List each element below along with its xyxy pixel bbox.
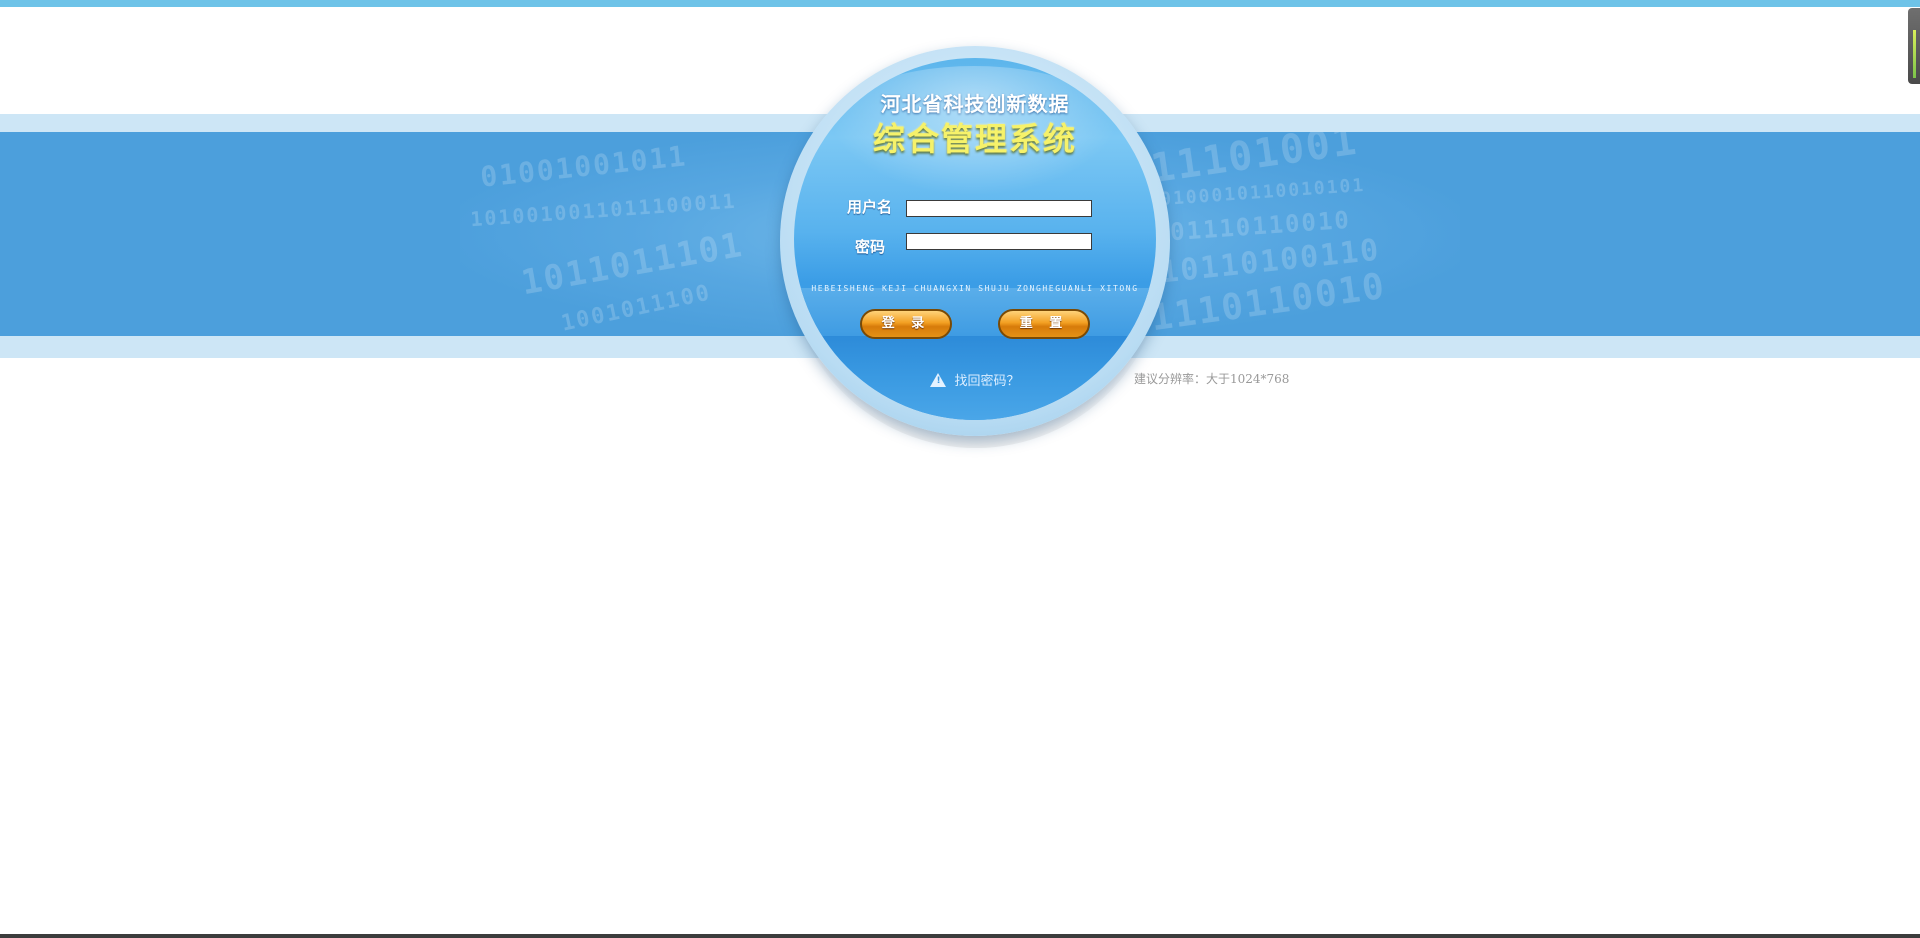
forgot-password-link[interactable]: ! 找回密码？ — [794, 370, 1156, 389]
top-accent-line — [0, 0, 1920, 7]
system-title-pinyin: HEBEISHENG KEJI CHUANGXIN SHUJU ZONGHEGU… — [811, 284, 1139, 293]
username-input[interactable] — [906, 200, 1092, 217]
login-panel: 河北省科技创新数据 综合管理系统 用户名 密码 HEBEISHENG KEJI … — [794, 58, 1156, 420]
login-button[interactable]: 登 录 — [860, 309, 952, 339]
system-title-line2: 综合管理系统 — [872, 120, 1077, 158]
username-label: 用户名 — [847, 198, 893, 216]
orb-button-band — [794, 288, 1156, 336]
password-input[interactable] — [906, 233, 1092, 250]
forgot-password-text: 找回密码？ — [954, 374, 1020, 389]
side-widget-meter — [1913, 30, 1916, 78]
warning-triangle-icon: ! — [930, 373, 947, 387]
password-label: 密码 — [855, 238, 886, 256]
system-title-line1: 河北省科技创新数据 — [880, 92, 1070, 116]
side-widget[interactable] — [1908, 8, 1920, 84]
resolution-note: 建议分辨率：大于1024*768 — [1134, 372, 1290, 386]
reset-button[interactable]: 重 置 — [998, 309, 1090, 339]
bottom-edge-line — [0, 934, 1920, 938]
